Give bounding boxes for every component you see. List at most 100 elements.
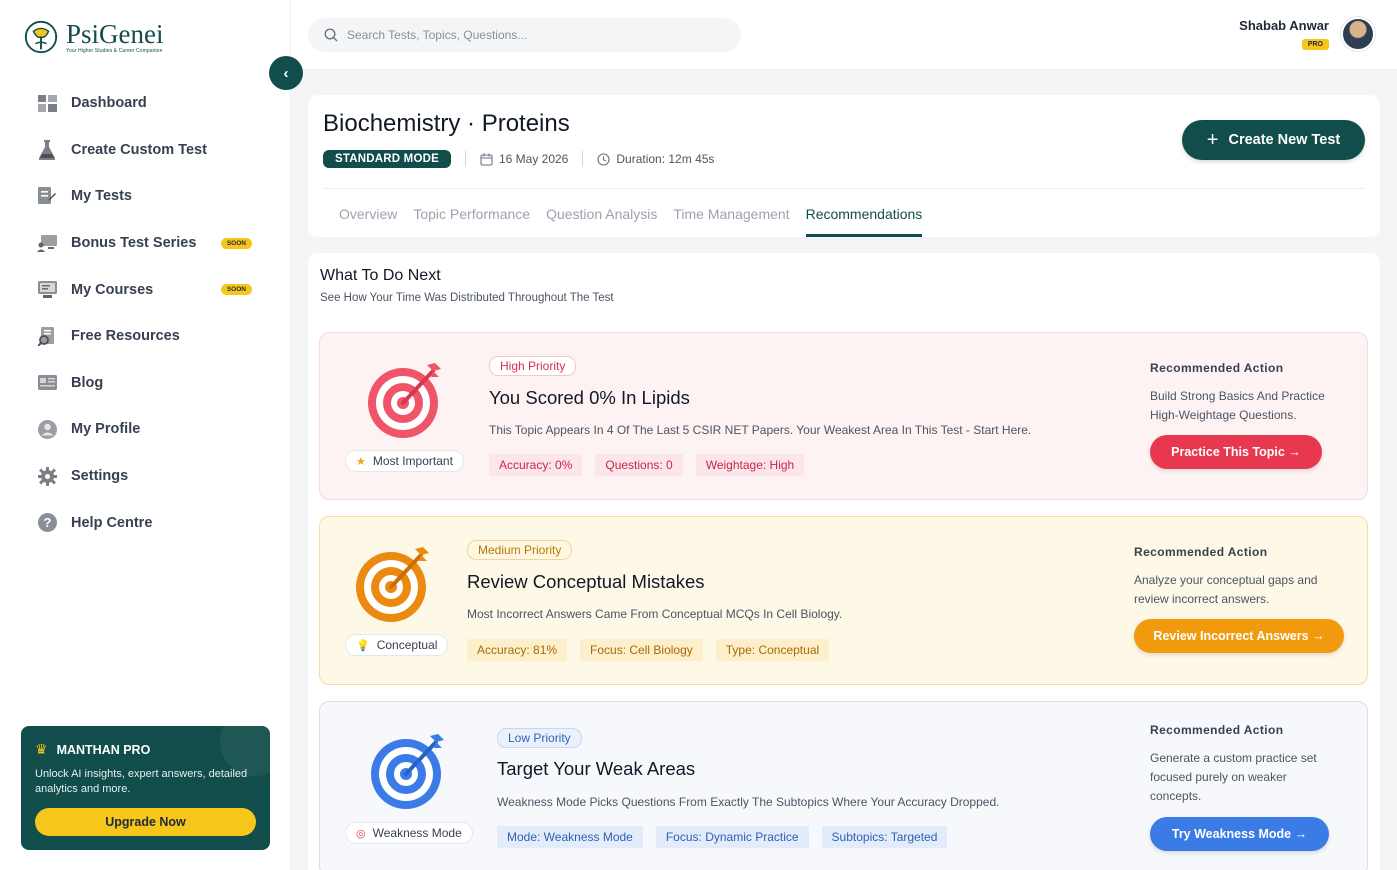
profile-icon: [36, 418, 58, 440]
action-title: Recommended Action: [1150, 361, 1284, 375]
divider: [582, 151, 584, 167]
recommendation-title: Review Conceptual Mistakes: [467, 571, 705, 592]
star-icon: ★: [356, 455, 366, 468]
section-title: What To Do Next: [320, 267, 441, 284]
bulb-icon: 💡: [356, 639, 370, 652]
sidebar-item-label: Settings: [71, 468, 129, 485]
target-icon: [371, 734, 444, 809]
recommended-action: Recommended Action Analyze your conceptu…: [1134, 545, 1339, 609]
logo-icon: [24, 20, 58, 54]
review-incorrect-answers-button[interactable]: Review Incorrect Answers →: [1134, 619, 1344, 653]
target-icon: [368, 363, 441, 438]
sidebar-item-dashboard[interactable]: Dashboard: [36, 80, 266, 127]
target-small-icon: ◎: [356, 827, 366, 840]
sidebar-item-label: Dashboard: [71, 95, 147, 112]
importance-chip: ★ Most Important: [345, 450, 464, 472]
sidebar: PsiGenei Your Higher Studies & Career Co…: [0, 0, 291, 870]
sidebar-nav: Dashboard Create Custom Test My Tests Bo…: [36, 80, 266, 546]
user-name: Shabab Anwar: [1239, 17, 1329, 33]
sidebar-item-my-tests[interactable]: My Tests: [36, 173, 266, 220]
recommendation-description: Most Incorrect Answers Came From Concept…: [467, 607, 843, 621]
stat-accuracy: Accuracy: 81%: [467, 639, 568, 661]
sidebar-item-label: My Courses: [71, 281, 154, 298]
soon-badge: SOON: [220, 284, 252, 296]
sidebar-item-bonus-test-series[interactable]: Bonus Test Series SOON: [36, 220, 266, 267]
upgrade-now-button[interactable]: Upgrade Now: [35, 808, 256, 836]
priority-badge: High Priority: [489, 356, 577, 376]
sidebar-item-create-custom-test[interactable]: Create Custom Test: [36, 127, 266, 174]
priority-badge: Low Priority: [497, 728, 582, 748]
svg-text:?: ?: [43, 515, 51, 530]
tab-time-management[interactable]: Time Management: [673, 206, 789, 237]
recommendation-stats: Accuracy: 81% Focus: Cell Biology Type: …: [467, 639, 842, 661]
courses-icon: [36, 279, 58, 301]
target-icon: [356, 547, 429, 622]
recommendation-description: This Topic Appears In 4 Of The Last 5 CS…: [489, 423, 1032, 437]
search-bar[interactable]: [308, 18, 741, 52]
sidebar-item-blog[interactable]: Blog: [36, 360, 266, 407]
pro-badge: PRO: [1301, 38, 1329, 50]
collapse-sidebar-button[interactable]: ‹: [269, 56, 303, 90]
test-header-card: Biochemistry · Proteins STANDARD MODE 16…: [308, 95, 1380, 237]
action-text: Generate a custom practice set focused p…: [1150, 751, 1317, 803]
brand-logo[interactable]: PsiGenei Your Higher Studies & Career Co…: [22, 18, 164, 56]
stat-accuracy: Accuracy: 0%: [489, 454, 583, 476]
create-new-test-button[interactable]: + Create New Test: [1182, 120, 1365, 160]
chip-label: Weakness Mode: [372, 826, 462, 840]
blog-icon: [36, 372, 58, 394]
sidebar-item-help-centre[interactable]: ? Help Centre: [36, 499, 266, 546]
search-icon: [324, 28, 338, 42]
test-duration: Duration: 12m 45s: [616, 152, 715, 166]
search-input[interactable]: [347, 28, 727, 42]
chip-label: Conceptual: [376, 638, 438, 652]
recommendation-title: Target Your Weak Areas: [497, 758, 696, 779]
plus-icon: +: [1206, 128, 1219, 151]
flask-icon: [36, 139, 58, 161]
topbar: Shabab Anwar PRO: [291, 0, 1397, 70]
stat-focus: Focus: Cell Biology: [580, 639, 703, 661]
brand-name: PsiGenei: [66, 18, 164, 49]
priority-badge: Medium Priority: [467, 540, 573, 560]
user-menu[interactable]: Shabab Anwar PRO: [1239, 17, 1375, 51]
action-title: Recommended Action: [1150, 723, 1284, 737]
create-button-label: Create New Test: [1228, 132, 1341, 148]
pro-card-title: MANTHAN PRO: [56, 742, 151, 757]
divider: [464, 151, 466, 167]
sidebar-item-my-profile[interactable]: My Profile: [36, 406, 266, 453]
mode-badge: STANDARD MODE: [323, 150, 451, 168]
sidebar-item-settings[interactable]: Settings: [36, 453, 266, 500]
tab-topic-performance[interactable]: Topic Performance: [413, 206, 530, 237]
sidebar-item-label: Free Resources: [71, 328, 180, 345]
presentation-icon: [36, 232, 58, 254]
report-tabs: Overview Topic Performance Question Anal…: [339, 206, 938, 237]
crown-icon: ♛: [35, 741, 48, 757]
gear-icon: [36, 465, 58, 487]
importance-chip: ◎ Weakness Mode: [345, 822, 473, 844]
test-meta: STANDARD MODE 16 May 2026 Duration: 12m …: [323, 150, 714, 168]
sidebar-item-label: My Tests: [71, 188, 132, 205]
avatar[interactable]: [1341, 17, 1375, 51]
recommendations-panel: What To Do Next See How Your Time Was Di…: [308, 253, 1380, 870]
stat-questions: Questions: 0: [595, 454, 683, 476]
stat-type: Type: Conceptual: [715, 639, 830, 661]
sidebar-item-label: Help Centre: [71, 514, 153, 531]
recommendation-title: You Scored 0% In Lipids: [489, 387, 690, 408]
section-subtitle: See How Your Time Was Distributed Throug…: [320, 292, 614, 304]
recommended-action: Recommended Action Build Strong Basics A…: [1150, 361, 1350, 425]
sidebar-item-free-resources[interactable]: Free Resources: [36, 313, 266, 360]
action-title: Recommended Action: [1134, 545, 1268, 559]
test-date: 16 May 2026: [498, 152, 569, 166]
tab-overview[interactable]: Overview: [339, 206, 397, 237]
sidebar-item-label: Bonus Test Series: [71, 235, 197, 252]
sidebar-item-my-courses[interactable]: My Courses SOON: [36, 266, 266, 313]
chip-label: Most Important: [372, 454, 453, 468]
clock-icon: [597, 152, 610, 166]
try-weakness-mode-button[interactable]: Try Weakness Mode →: [1150, 817, 1329, 851]
practice-topic-button[interactable]: Practice This Topic →: [1150, 435, 1322, 469]
recommendation-stats: Mode: Weakness Mode Focus: Dynamic Pract…: [497, 826, 960, 848]
tab-question-analysis[interactable]: Question Analysis: [546, 206, 657, 237]
test-sheet-icon: [36, 185, 58, 207]
tab-recommendations[interactable]: Recommendations: [805, 206, 923, 237]
importance-chip: 💡 Conceptual: [345, 634, 449, 656]
soon-badge: SOON: [220, 237, 252, 249]
